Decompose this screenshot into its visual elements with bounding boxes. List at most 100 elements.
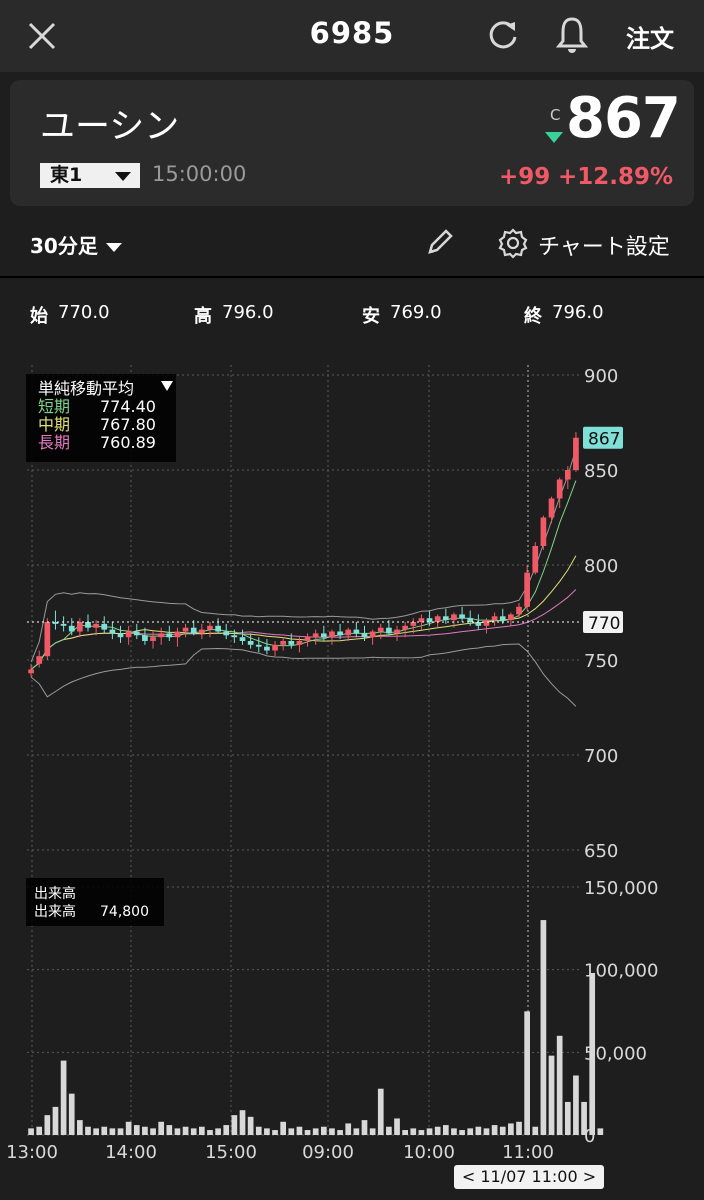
volume-bar [320,1126,327,1135]
interval-label: 30分足 [30,234,98,258]
refresh-icon[interactable] [484,16,522,54]
volume-bar [44,1115,51,1135]
candle-body [442,616,449,621]
volume-bar [272,1130,278,1135]
candle-body [516,606,522,615]
gear-icon[interactable] [497,227,529,259]
volume-bar [85,1126,91,1135]
volume-bar [304,1130,311,1135]
candle-body [255,644,262,647]
volume-bar [564,1101,571,1135]
candle-body [524,572,530,607]
volume-bar [223,1125,230,1135]
candle-body [166,633,173,638]
candle-body [272,644,278,651]
volume-bar [60,1060,67,1135]
volume-bar [288,1128,295,1135]
candle-body [548,498,555,518]
volume-bar [353,1128,360,1135]
candle-body [312,633,319,638]
ma-legend-title[interactable]: 単純移動平均 [38,379,134,398]
volume-bar [174,1128,181,1135]
ma-mid-label: 中期 [38,415,70,434]
volume-bar [101,1126,108,1135]
close-label: 終 [524,306,542,327]
quote-time: 15:00:00 [152,162,247,186]
candle-body [337,631,343,636]
price-tick-label: 650 [584,841,618,862]
market-select[interactable]: 東1 [40,163,140,188]
candle-body [231,635,238,638]
reference-price-tag-label: 770 [588,614,620,634]
volume-tick-label: 150,000 [584,878,658,899]
candle-body [320,633,327,638]
candle-body [426,618,433,622]
candle-body [150,637,156,641]
candle-body [361,633,368,638]
candle-body [77,622,83,632]
volume-legend-label: 出来高 [34,903,76,920]
candle-body [345,629,352,636]
volume-bar [434,1126,441,1135]
candle-body [125,631,132,638]
chart-settings-button[interactable]: チャート設定 [538,229,670,261]
candle-body [93,623,99,628]
volume-bar [52,1106,59,1135]
current-price-tag-label: 867 [588,430,620,450]
volume-tick-label: 0 [584,1126,595,1147]
price-tick-label: 750 [584,651,618,672]
candle-body [418,618,425,622]
volume-legend-title: 出来高 [34,885,76,902]
volume-bar [77,1120,83,1135]
top-app-bar: 6985 注文 [0,0,704,72]
volume-bar [231,1115,238,1135]
candle-body [508,614,514,621]
candle-body [68,625,75,632]
down-arrow-icon [545,132,563,143]
volume-bar [247,1116,254,1135]
volume-bar [215,1128,221,1135]
volume-bar [93,1128,99,1135]
candle-body [573,437,579,470]
candle-body [239,637,246,641]
candle-body [377,627,384,632]
candle-body [483,620,490,626]
low-value: 769.0 [390,302,442,323]
candle-body [158,633,165,638]
candle-body [564,470,571,480]
time-tick-label: 15:00 [205,1142,257,1160]
candle-body [264,646,270,651]
price-tick-label: 850 [584,461,618,482]
date-navigator[interactable]: < 11/07 11:00 > [454,1165,604,1189]
volume-bar [190,1128,197,1135]
order-button[interactable]: 注文 [626,19,674,54]
candle-body [288,641,295,645]
candle-body [296,641,303,645]
ma-mid-value: 767.80 [100,415,156,434]
bell-icon[interactable] [554,14,590,56]
quote-card: ユーシン 東1 15:00:00 C 867 +99 +12.89% [10,80,694,206]
candle-body [499,616,506,621]
volume-tick-label: 50,000 [584,1043,647,1064]
candle-body [247,641,254,645]
volume-bar [442,1125,449,1135]
open-value: 770.0 [58,302,110,323]
candle-body [434,616,441,622]
time-tick-label: 13:00 [6,1142,58,1160]
volume-bar [499,1126,506,1135]
volume-bar [467,1128,474,1135]
price-chart[interactable]: 900 850 800 750 700 650 150,000 100,000 50,000 0 1… [0,350,704,1160]
price-tick-label: 800 [584,556,618,577]
volume-bar [451,1128,457,1135]
high-label: 高 [194,306,212,327]
candle-body [451,614,457,621]
interval-select[interactable]: 30分足 [30,230,122,259]
volume-bar [198,1126,205,1135]
volume-bar [532,1126,539,1135]
price-tick-label: 700 [584,746,618,767]
pencil-icon[interactable] [424,226,456,258]
market-label: 東1 [50,164,83,186]
current-price: 867 [566,86,681,151]
volume-bar [386,1126,392,1135]
volume-bar [264,1128,270,1135]
